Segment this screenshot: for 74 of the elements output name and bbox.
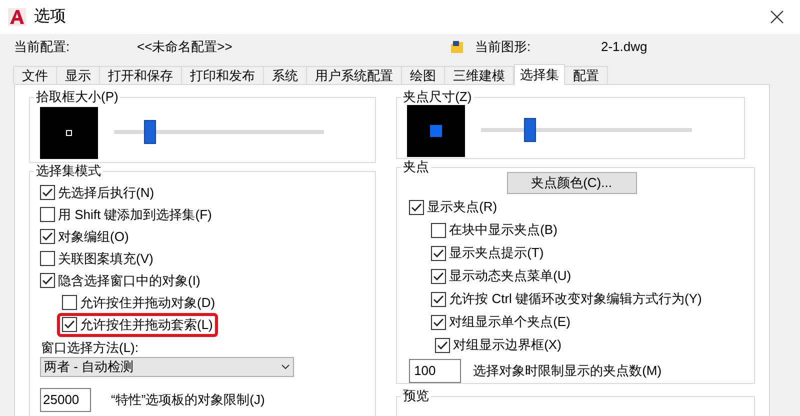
drawing-value: 2-1.dwg [601,38,648,56]
checkmark-icon [42,188,53,198]
checkbox[interactable] [40,251,55,266]
limit-label: “特性”选项板的对象限制(J) [111,391,265,410]
group-title: 拾取框大小(P) [34,89,120,105]
tab[interactable]: 打印和发布 [181,66,264,84]
checkbox-label: 先选择后执行(N) [58,184,154,202]
drawing-file-icon [450,40,464,54]
limit-input[interactable]: 100 [409,358,462,383]
checkmark-icon [64,320,75,330]
checkmark-icon [437,340,448,350]
checkbox-label: 用 Shift 键添加到选择集(F) [58,206,212,224]
group-title: 选择集模式 [34,162,103,179]
slider-thumb[interactable] [524,118,536,142]
checkbox[interactable] [40,185,55,200]
tab[interactable]: 绘图 [401,66,445,84]
profile-label: 当前配置: [14,38,71,56]
tab[interactable]: 打开和保存 [99,66,182,84]
tab[interactable]: 三维建模 [444,66,514,84]
group-title: 预览 [401,388,432,404]
tab[interactable]: 配置 [564,66,608,84]
slider-track[interactable] [481,118,692,142]
checkbox[interactable] [62,317,77,332]
checkbox[interactable] [40,207,55,222]
slider-track[interactable] [114,120,324,144]
checkbox-label: 允许按 Ctrl 键循环改变对象编辑方式行为(Y) [449,290,702,308]
limit-label: 选择对象时限制显示的夹点数(M) [473,362,662,380]
profile-value: <<未命名配置>> [137,38,234,56]
group-title: 夹点尺寸(Z) [401,89,474,105]
window-method-dropdown[interactable]: 两者 - 自动检测 [40,356,294,377]
limit-input[interactable]: 25000 [40,388,91,412]
grip-color-button[interactable]: 夹点颜色(C)... [506,172,637,194]
close-icon[interactable] [770,10,784,24]
checkbox[interactable] [431,292,446,307]
tab[interactable]: 显示 [56,66,100,84]
checkbox-label: 允许按住并拖动套索(L) [80,316,213,334]
checkbox[interactable] [431,314,446,330]
checkbox-label: 隐含选择窗口中的对象(I) [58,272,200,290]
pickbox-square-icon [66,130,72,136]
grip-square-icon [430,124,442,137]
checkmark-icon [433,248,444,258]
checkbox[interactable] [40,273,55,288]
checkbox-label: 在块中显示夹点(B) [449,221,558,240]
checkmark-icon [433,294,444,304]
checkbox-label: 对组显示边界框(X) [453,336,562,354]
app-logo-icon [8,8,26,26]
checkmark-icon [42,276,53,286]
tab[interactable]: 文件 [13,66,57,84]
checkbox-label: 显示夹点(R) [427,198,498,216]
checkbox[interactable] [431,246,446,261]
checkmark-icon [433,318,444,327]
window-title: 选项 [34,6,66,27]
checkbox[interactable] [62,295,77,310]
checkbox-label: 显示夹点提示(T) [449,244,544,262]
checkmark-icon [411,202,422,212]
checkbox-label: 允许按住并拖动对象(D) [80,294,216,312]
checkbox[interactable] [409,200,424,215]
tab[interactable]: 用户系统配置 [306,66,402,84]
checkbox[interactable] [431,222,446,238]
checkbox[interactable] [435,338,450,353]
group-title: 夹点 [401,158,432,175]
checkbox[interactable] [431,268,446,284]
checkbox-label: 对象编组(O) [58,228,129,246]
checkbox-label: 关联图案填充(V) [58,250,154,268]
tab[interactable]: 系统 [263,66,307,84]
drawing-label: 当前图形: [475,38,532,56]
checkbox-label: 对组显示单个夹点(E) [449,313,570,332]
checkbox-label: 显示动态夹点菜单(U) [449,267,572,286]
slider-thumb[interactable] [144,120,156,144]
checkmark-icon [42,232,53,242]
field-label: 窗口选择方法(L): [41,338,140,356]
tab[interactable]: 选择集 [514,64,565,85]
checkbox[interactable] [40,229,55,244]
checkmark-icon [433,272,444,281]
